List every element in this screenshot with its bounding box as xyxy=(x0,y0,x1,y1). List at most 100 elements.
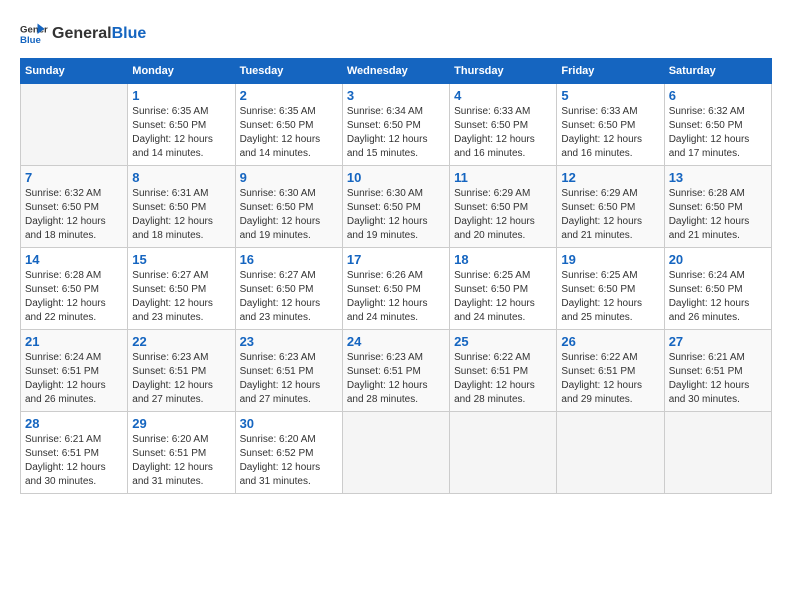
calendar-week-row: 21Sunrise: 6:24 AM Sunset: 6:51 PM Dayli… xyxy=(21,330,772,412)
calendar-cell: 3 Sunrise: 6:34 AM Sunset: 6:50 PM Daylig… xyxy=(342,84,449,166)
calendar-cell xyxy=(557,412,664,494)
day-number: 17 xyxy=(347,252,445,267)
logo-general-text: General xyxy=(52,25,112,43)
day-info: Sunrise: 6:25 AM Sunset: 6:50 PM Dayligh… xyxy=(454,269,552,325)
day-info: Sunrise: 6:27 AM Sunset: 6:50 PM Dayligh… xyxy=(132,269,230,325)
day-info: Sunrise: 6:30 AM Sunset: 6:50 PM Dayligh… xyxy=(347,187,445,243)
day-number: 13 xyxy=(669,170,767,185)
weekday-header: Sunday xyxy=(21,59,128,84)
svg-text:Blue: Blue xyxy=(20,35,41,46)
day-number: 6 xyxy=(669,88,767,103)
day-info: Sunrise: 6:30 AM Sunset: 6:50 PM Dayligh… xyxy=(240,187,338,243)
day-number: 5 xyxy=(561,88,659,103)
calendar-table: SundayMondayTuesdayWednesdayThursdayFrid… xyxy=(20,58,772,494)
day-number: 14 xyxy=(25,252,123,267)
day-number: 23 xyxy=(240,334,338,349)
calendar-cell: 20Sunrise: 6:24 AM Sunset: 6:50 PM Dayli… xyxy=(664,248,771,330)
calendar-cell: 16 Sunrise: 6:27 AM Sunset: 6:50 PM Dayli… xyxy=(235,248,342,330)
calendar-cell: 17 Sunrise: 6:26 AM Sunset: 6:50 PM Dayli… xyxy=(342,248,449,330)
day-info: Sunrise: 6:29 AM Sunset: 6:50 PM Dayligh… xyxy=(454,187,552,243)
calendar-week-row: 28 Sunrise: 6:21 AM Sunset: 6:51 PM Dayli… xyxy=(21,412,772,494)
calendar-cell xyxy=(450,412,557,494)
day-info: Sunrise: 6:29 AM Sunset: 6:50 PM Dayligh… xyxy=(561,187,659,243)
calendar-cell: 25 Sunrise: 6:22 AM Sunset: 6:51 PM Dayli… xyxy=(450,330,557,412)
calendar-cell: 7 Sunrise: 6:32 AM Sunset: 6:50 PM Daylig… xyxy=(21,166,128,248)
day-number: 1 xyxy=(132,88,230,103)
day-info: Sunrise: 6:32 AM Sunset: 6:50 PM Dayligh… xyxy=(25,187,123,243)
calendar-cell: 9 Sunrise: 6:30 AM Sunset: 6:50 PM Daylig… xyxy=(235,166,342,248)
calendar-cell: 10 Sunrise: 6:30 AM Sunset: 6:50 PM Dayli… xyxy=(342,166,449,248)
day-number: 26 xyxy=(561,334,659,349)
day-info: Sunrise: 6:34 AM Sunset: 6:50 PM Dayligh… xyxy=(347,105,445,161)
weekday-header: Wednesday xyxy=(342,59,449,84)
day-number: 16 xyxy=(240,252,338,267)
day-info: Sunrise: 6:20 AM Sunset: 6:52 PM Dayligh… xyxy=(240,433,338,489)
day-number: 9 xyxy=(240,170,338,185)
calendar-week-row: 7 Sunrise: 6:32 AM Sunset: 6:50 PM Daylig… xyxy=(21,166,772,248)
calendar-week-row: 1 Sunrise: 6:35 AM Sunset: 6:50 PM Daylig… xyxy=(21,84,772,166)
calendar-cell: 6 Sunrise: 6:32 AM Sunset: 6:50 PM Daylig… xyxy=(664,84,771,166)
calendar-cell: 4Sunrise: 6:33 AM Sunset: 6:50 PM Daylig… xyxy=(450,84,557,166)
day-info: Sunrise: 6:23 AM Sunset: 6:51 PM Dayligh… xyxy=(347,351,445,407)
day-number: 4 xyxy=(454,88,552,103)
day-info: Sunrise: 6:28 AM Sunset: 6:50 PM Dayligh… xyxy=(669,187,767,243)
day-number: 25 xyxy=(454,334,552,349)
logo: General Blue GeneralBlue xyxy=(20,20,146,48)
day-number: 18 xyxy=(454,252,552,267)
day-info: Sunrise: 6:22 AM Sunset: 6:51 PM Dayligh… xyxy=(561,351,659,407)
day-number: 11 xyxy=(454,170,552,185)
day-info: Sunrise: 6:23 AM Sunset: 6:51 PM Dayligh… xyxy=(240,351,338,407)
day-info: Sunrise: 6:22 AM Sunset: 6:51 PM Dayligh… xyxy=(454,351,552,407)
calendar-cell: 30Sunrise: 6:20 AM Sunset: 6:52 PM Dayli… xyxy=(235,412,342,494)
calendar-cell xyxy=(664,412,771,494)
calendar-cell: 18 Sunrise: 6:25 AM Sunset: 6:50 PM Dayli… xyxy=(450,248,557,330)
day-number: 28 xyxy=(25,416,123,431)
calendar-cell: 14 Sunrise: 6:28 AM Sunset: 6:50 PM Dayli… xyxy=(21,248,128,330)
logo-blue-text: Blue xyxy=(112,25,147,43)
day-info: Sunrise: 6:35 AM Sunset: 6:50 PM Dayligh… xyxy=(132,105,230,161)
day-number: 22 xyxy=(132,334,230,349)
day-number: 15 xyxy=(132,252,230,267)
header: General Blue GeneralBlue xyxy=(20,20,772,48)
calendar-cell: 15 Sunrise: 6:27 AM Sunset: 6:50 PM Dayli… xyxy=(128,248,235,330)
day-info: Sunrise: 6:32 AM Sunset: 6:50 PM Dayligh… xyxy=(669,105,767,161)
calendar-cell: 1 Sunrise: 6:35 AM Sunset: 6:50 PM Daylig… xyxy=(128,84,235,166)
day-number: 29 xyxy=(132,416,230,431)
logo-icon: General Blue xyxy=(20,20,48,48)
day-number: 3 xyxy=(347,88,445,103)
calendar-cell: 5 Sunrise: 6:33 AM Sunset: 6:50 PM Daylig… xyxy=(557,84,664,166)
day-info: Sunrise: 6:21 AM Sunset: 6:51 PM Dayligh… xyxy=(25,433,123,489)
day-info: Sunrise: 6:33 AM Sunset: 6:50 PM Dayligh… xyxy=(561,105,659,161)
day-info: Sunrise: 6:27 AM Sunset: 6:50 PM Dayligh… xyxy=(240,269,338,325)
day-number: 24 xyxy=(347,334,445,349)
day-info: Sunrise: 6:28 AM Sunset: 6:50 PM Dayligh… xyxy=(25,269,123,325)
day-number: 2 xyxy=(240,88,338,103)
calendar-cell: 27 Sunrise: 6:21 AM Sunset: 6:51 PM Dayli… xyxy=(664,330,771,412)
weekday-header: Monday xyxy=(128,59,235,84)
day-info: Sunrise: 6:20 AM Sunset: 6:51 PM Dayligh… xyxy=(132,433,230,489)
day-number: 27 xyxy=(669,334,767,349)
calendar-cell: 22 Sunrise: 6:23 AM Sunset: 6:51 PM Dayli… xyxy=(128,330,235,412)
day-number: 12 xyxy=(561,170,659,185)
calendar-cell: 13 Sunrise: 6:28 AM Sunset: 6:50 PM Dayli… xyxy=(664,166,771,248)
day-info: Sunrise: 6:35 AM Sunset: 6:50 PM Dayligh… xyxy=(240,105,338,161)
calendar-cell: 8Sunrise: 6:31 AM Sunset: 6:50 PM Daylig… xyxy=(128,166,235,248)
day-info: Sunrise: 6:26 AM Sunset: 6:50 PM Dayligh… xyxy=(347,269,445,325)
calendar-week-row: 14 Sunrise: 6:28 AM Sunset: 6:50 PM Dayli… xyxy=(21,248,772,330)
day-info: Sunrise: 6:21 AM Sunset: 6:51 PM Dayligh… xyxy=(669,351,767,407)
calendar-cell: 23 Sunrise: 6:23 AM Sunset: 6:51 PM Dayli… xyxy=(235,330,342,412)
calendar-cell: 2 Sunrise: 6:35 AM Sunset: 6:50 PM Daylig… xyxy=(235,84,342,166)
weekday-header: Saturday xyxy=(664,59,771,84)
calendar-cell: 19Sunrise: 6:25 AM Sunset: 6:50 PM Dayli… xyxy=(557,248,664,330)
calendar-cell: 11 Sunrise: 6:29 AM Sunset: 6:50 PM Dayli… xyxy=(450,166,557,248)
day-info: Sunrise: 6:31 AM Sunset: 6:50 PM Dayligh… xyxy=(132,187,230,243)
day-number: 19 xyxy=(561,252,659,267)
calendar-cell: 29 Sunrise: 6:20 AM Sunset: 6:51 PM Dayli… xyxy=(128,412,235,494)
day-info: Sunrise: 6:23 AM Sunset: 6:51 PM Dayligh… xyxy=(132,351,230,407)
day-number: 7 xyxy=(25,170,123,185)
calendar-cell: 28 Sunrise: 6:21 AM Sunset: 6:51 PM Dayli… xyxy=(21,412,128,494)
svg-text:General: General xyxy=(20,24,48,35)
calendar-cell xyxy=(342,412,449,494)
day-number: 20 xyxy=(669,252,767,267)
day-number: 10 xyxy=(347,170,445,185)
